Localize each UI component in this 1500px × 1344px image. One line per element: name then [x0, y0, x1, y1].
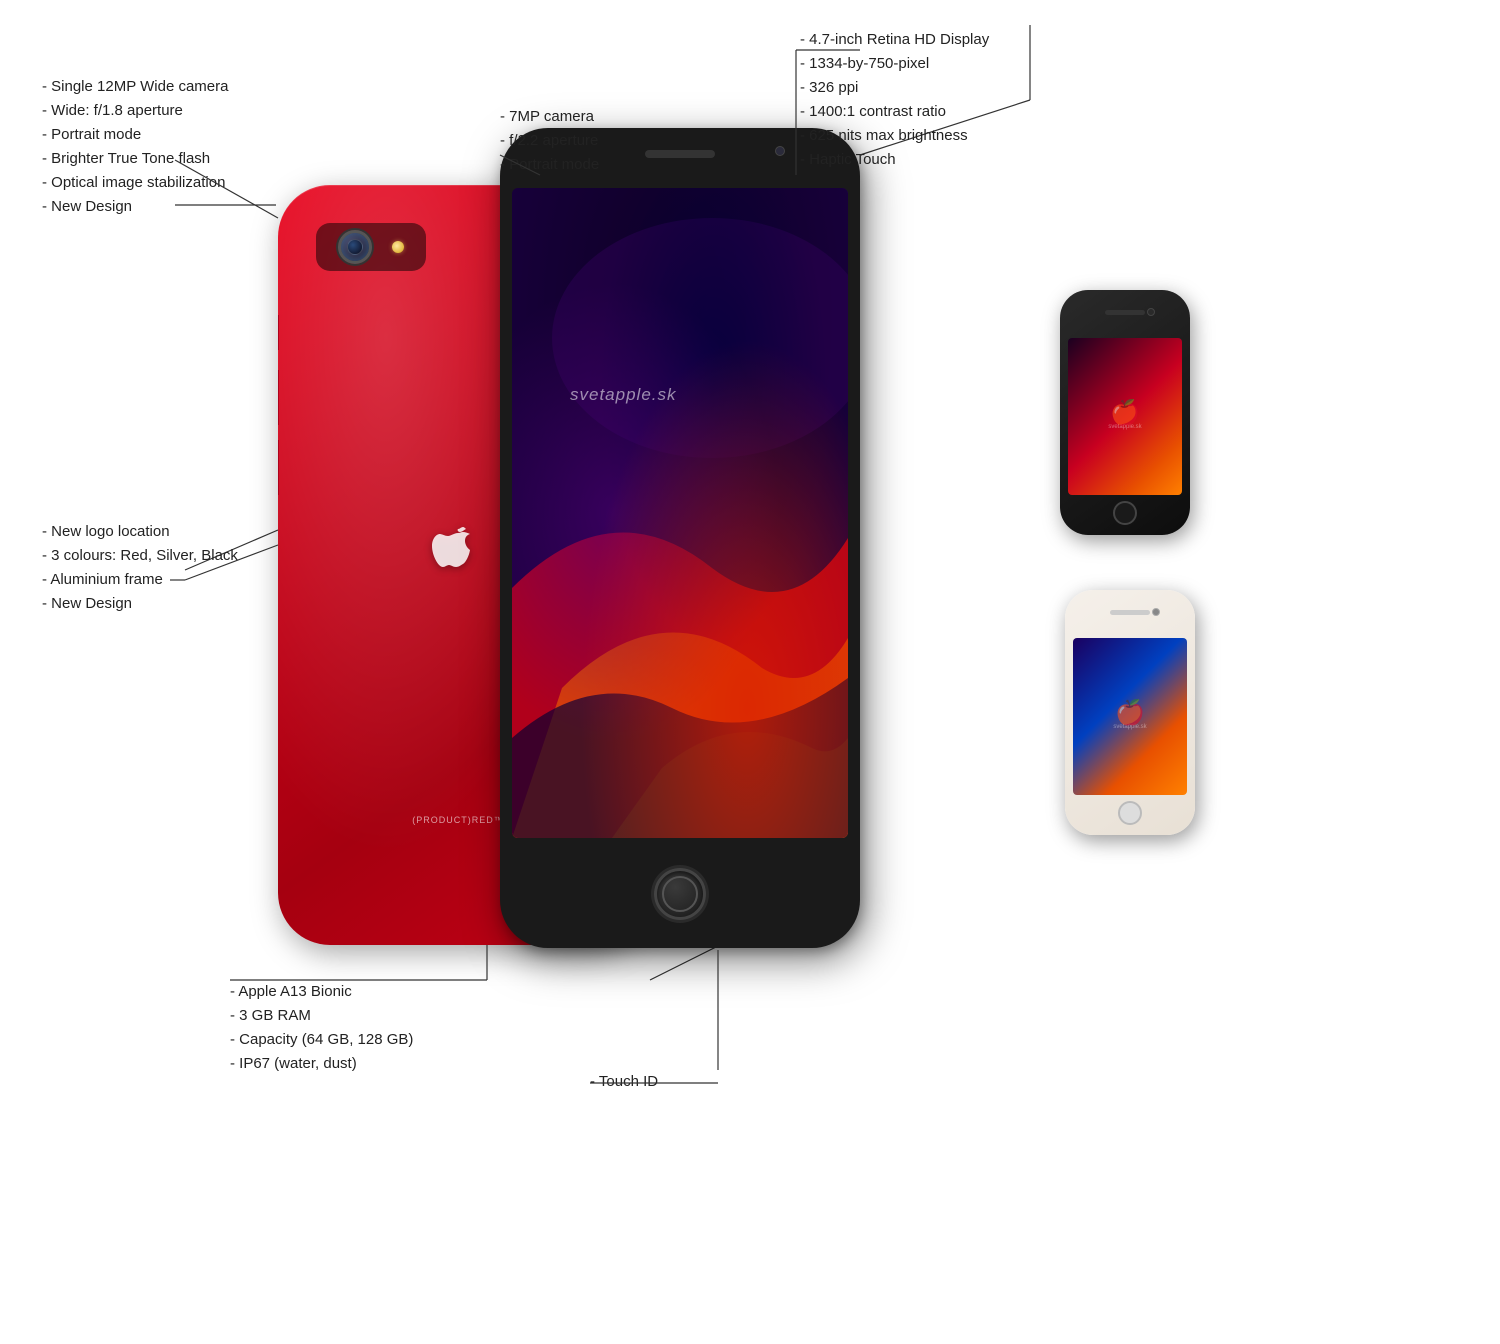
logo-line1: - New logo location [42, 520, 238, 544]
logo-line4: - New Design [42, 592, 238, 616]
camera-module [316, 223, 426, 271]
internals-line2: - 3 GB RAM [230, 1004, 413, 1028]
display-line4: - 1400:1 contrast ratio [800, 100, 989, 124]
small-phone-black: svetapple.sk 🍎 [1060, 290, 1190, 535]
rear-camera-line3: - Portrait mode [42, 123, 228, 147]
sp-white-home [1118, 801, 1142, 825]
volume-down-button [278, 440, 279, 495]
sp-white-logo: 🍎 [1115, 698, 1145, 727]
rear-camera-lens [338, 230, 372, 264]
page-container: (PRODUCT)RED™ [0, 0, 1500, 1344]
small-phone-white-container: svetapple.sk 🍎 [1055, 580, 1285, 855]
internals-line1: - Apple A13 Bionic [230, 980, 413, 1004]
logo-line3: - Aluminium frame [42, 568, 238, 592]
front-camera [775, 146, 785, 156]
touchid-label: - Touch ID [590, 1070, 658, 1094]
mute-switch [278, 315, 279, 350]
display-line5: - 625 nits max brightness [800, 124, 989, 148]
small-phone-white: svetapple.sk 🍎 [1065, 590, 1195, 835]
phone-front [500, 128, 860, 948]
rear-camera-line6: - New Design [42, 195, 228, 219]
sp-white-earpiece [1110, 610, 1150, 615]
apple-logo-back [428, 525, 488, 585]
touchid-annotation: - Touch ID [590, 1070, 658, 1094]
logo-annotation: - New logo location - 3 colours: Red, Si… [42, 520, 238, 616]
display-line3: - 326 ppi [800, 76, 989, 100]
rear-camera-line2: - Wide: f/1.8 aperture [42, 99, 228, 123]
front-camera-line3: - Portrait mode [500, 153, 599, 177]
front-camera-line2: - f/2.2 aperture [500, 129, 599, 153]
rear-camera-line1: - Single 12MP Wide camera [42, 75, 228, 99]
logo-line2: - 3 colours: Red, Silver, Black [42, 544, 238, 568]
product-red-label: (PRODUCT)RED™ [412, 815, 504, 825]
display-line2: - 1334-by-750-pixel [800, 52, 989, 76]
sp-black-logo: 🍎 [1110, 398, 1140, 427]
sp-black-home [1113, 501, 1137, 525]
camera-lens-inner [347, 239, 363, 255]
front-camera-line1: - 7MP camera [500, 105, 599, 129]
rear-camera-line5: - Optical image stabilization [42, 171, 228, 195]
earpiece [645, 150, 715, 158]
sp-white-camera [1152, 608, 1160, 616]
rear-flash [392, 241, 404, 253]
sp-black-camera [1147, 308, 1155, 316]
display-line6: - Haptic Touch [800, 148, 989, 172]
rear-camera-annotation: - Single 12MP Wide camera - Wide: f/1.8 … [42, 75, 228, 219]
internals-line3: - Capacity (64 GB, 128 GB) [230, 1028, 413, 1052]
home-button-ring [662, 876, 698, 912]
home-button[interactable] [654, 868, 706, 920]
display-annotation: - 4.7-inch Retina HD Display - 1334-by-7… [800, 28, 989, 172]
small-phone-black-container: svetapple.sk 🍎 [1050, 280, 1280, 550]
display-line1: - 4.7-inch Retina HD Display [800, 28, 989, 52]
sp-black-earpiece [1105, 310, 1145, 315]
volume-up-button [278, 370, 279, 425]
internals-annotation: - Apple A13 Bionic - 3 GB RAM - Capacity… [230, 980, 413, 1076]
phone-screen [512, 188, 848, 838]
internals-line4: - IP67 (water, dust) [230, 1052, 413, 1076]
front-camera-annotation: - 7MP camera - f/2.2 aperture - Portrait… [500, 105, 599, 177]
rear-camera-line4: - Brighter True Tone flash [42, 147, 228, 171]
